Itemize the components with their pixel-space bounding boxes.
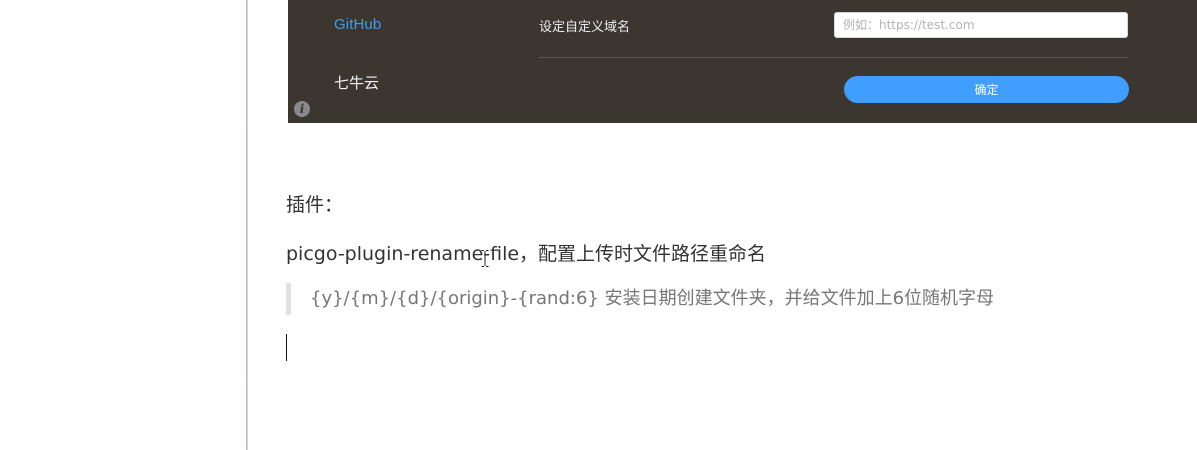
ibeam-cursor-icon bbox=[481, 250, 489, 267]
nav-item-github: GitHub bbox=[334, 16, 382, 33]
nav-item-qiniu: 七牛云 bbox=[334, 74, 380, 92]
plugin-description[interactable]: picgo-plugin-rename-file，配置上传时文件路径重命名 bbox=[286, 239, 766, 266]
blockquote[interactable]: {y}/{m}/{d}/{origin}-{rand:6} 安装日期创建文件夹，… bbox=[286, 283, 994, 315]
confirm-button: 确定 bbox=[844, 76, 1129, 103]
plugins-heading[interactable]: 插件： bbox=[286, 190, 343, 217]
divider bbox=[539, 57, 1128, 58]
custom-domain-input bbox=[834, 12, 1128, 38]
info-icon: i bbox=[294, 101, 310, 117]
embedded-screenshot: GitHub 七牛云 i 设定自定义域名 确定 bbox=[288, 0, 1197, 123]
custom-domain-label: 设定自定义域名 bbox=[539, 20, 631, 35]
editor-page: GitHub 七牛云 i 设定自定义域名 确定 插件： picgo-plugin… bbox=[0, 0, 1197, 450]
text-caret bbox=[286, 334, 287, 361]
editor-border bbox=[246, 0, 248, 450]
left-gutter bbox=[0, 0, 247, 450]
